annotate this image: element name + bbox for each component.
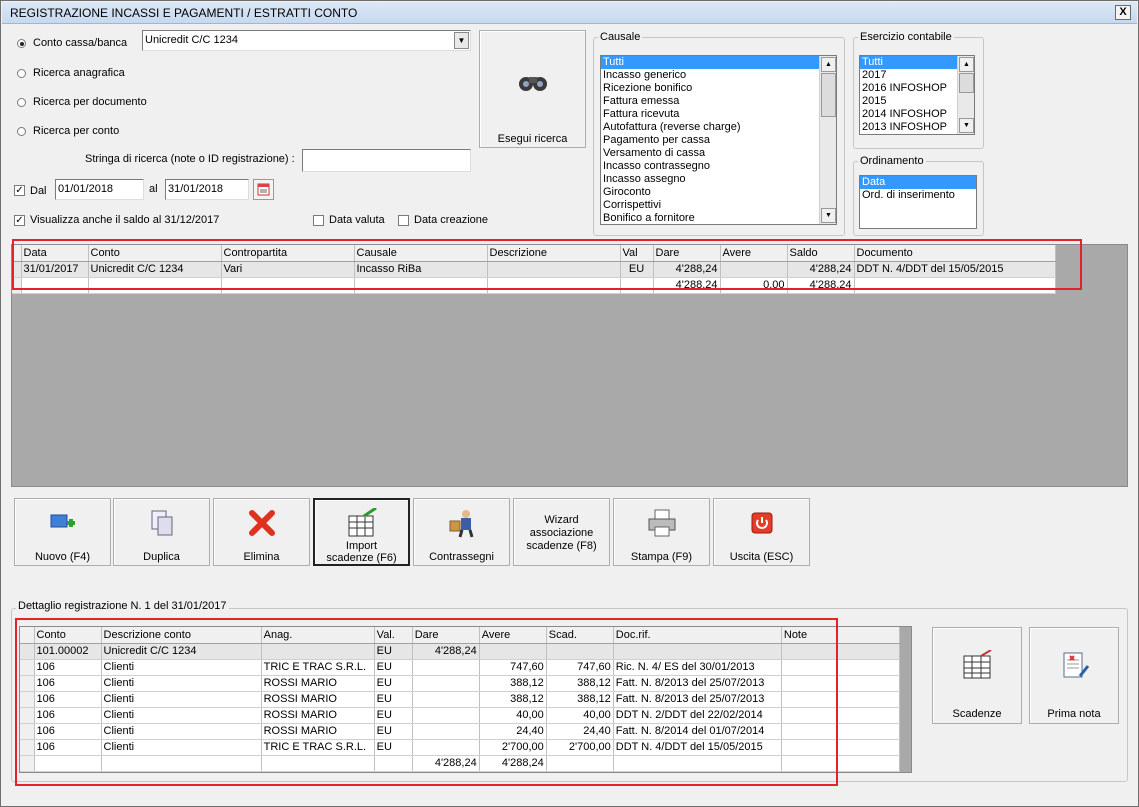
toolbar-button[interactable]: Uscita (ESC) — [713, 498, 810, 566]
grid-icon — [963, 650, 992, 679]
causale-list-item[interactable]: Pagamento per cassa — [601, 134, 836, 147]
causale-list-item[interactable]: Versamento di cassa — [601, 147, 836, 160]
toolbar-button[interactable]: Import scadenze (F6) — [313, 498, 410, 566]
scroll-thumb[interactable] — [821, 73, 836, 117]
causale-list-item[interactable]: Tutti — [601, 56, 836, 69]
radio-ricerca-conto[interactable] — [17, 127, 26, 136]
esercizio-list[interactable]: Tutti 2017 2016 INFOSHOP 2015 2014 INFOSHOP 2… — [859, 55, 975, 135]
printer-icon — [648, 509, 675, 537]
toolbar-button[interactable]: Wizard associazione scadenze (F8) — [513, 498, 610, 566]
highlight-frame — [12, 239, 1082, 290]
causale-list-item[interactable]: Fattura emessa — [601, 95, 836, 108]
toolbar-button-label: Import scadenze (F6) — [326, 540, 397, 564]
duplicate-icon — [151, 510, 172, 536]
radio-conto-cassa-label: Conto cassa/banca — [33, 37, 128, 49]
detail-title: Dettaglio registrazione N. 1 del 31/01/2… — [16, 600, 229, 612]
toolbar-button[interactable]: Stampa (F9) — [613, 498, 710, 566]
main-window: REGISTRAZIONE INCASSI E PAGAMENTI / ESTR… — [0, 0, 1139, 807]
binoculars-icon — [518, 77, 547, 91]
show-balance-checkbox[interactable]: ✓ — [14, 215, 25, 226]
radio-ricerca-documento-label: Ricerca per documento — [33, 96, 147, 108]
toolbar-button[interactable]: Contrassegni — [413, 498, 510, 566]
search-string-input[interactable] — [302, 149, 471, 172]
radio-ricerca-conto-label: Ricerca per conto — [33, 125, 120, 137]
import-icon — [348, 508, 377, 537]
radio-ricerca-documento[interactable] — [17, 98, 26, 107]
causale-list-item[interactable]: Ricezione bonifico — [601, 82, 836, 95]
creation-date-label: Data creazione — [414, 214, 488, 226]
highlight-frame-detail — [15, 618, 838, 786]
causale-list-item[interactable]: Fattura ricevuta — [601, 108, 836, 121]
delete-icon — [248, 510, 275, 536]
scroll-up-icon[interactable]: ▲ — [821, 57, 836, 72]
toolbar-button[interactable]: Nuovo (F4) — [14, 498, 111, 566]
ordinamento-list[interactable]: Data Ord. di inserimento — [859, 175, 977, 229]
toolbar-button-label: Nuovo (F4) — [34, 551, 91, 563]
value-date-label: Data valuta — [329, 214, 385, 226]
date-to-input[interactable]: 31/01/2018 — [165, 179, 249, 200]
date-from-checkbox[interactable]: ✓ — [14, 185, 25, 196]
title-bar: REGISTRAZIONE INCASSI E PAGAMENTI / ESTR… — [2, 2, 1137, 24]
scadenze-button-label: Scadenze — [952, 708, 1002, 720]
value-date-checkbox[interactable] — [313, 215, 324, 226]
esercizio-scrollbar[interactable]: ▲ ▼ — [957, 56, 974, 134]
ordinamento-title: Ordinamento — [858, 155, 926, 167]
causale-title: Causale — [598, 31, 643, 43]
account-combo[interactable]: Unicredit C/C 1234 ▼ — [142, 30, 471, 51]
prima-nota-button[interactable]: Prima nota — [1029, 627, 1119, 724]
toolbar-button[interactable]: Elimina — [213, 498, 310, 566]
toolbar-button-label: Wizard associazione scadenze (F8) — [526, 514, 597, 552]
scroll-thumb[interactable] — [959, 73, 974, 93]
scroll-up-icon[interactable]: ▲ — [959, 57, 974, 72]
close-button[interactable]: X — [1115, 5, 1131, 20]
show-balance-label: Visualizza anche il saldo al 31/12/2017 — [30, 214, 220, 226]
date-from-input[interactable]: 01/01/2018 — [55, 179, 144, 200]
search-button[interactable]: Esegui ricerca — [479, 30, 586, 148]
radio-ricerca-anagrafica[interactable] — [17, 69, 26, 78]
causale-list-item[interactable]: Corrispettivi — [601, 199, 836, 212]
causale-list-item[interactable]: Incasso assegno — [601, 173, 836, 186]
causale-list-item[interactable]: Autofattura (reverse charge) — [601, 121, 836, 134]
note-icon — [1063, 652, 1090, 678]
causale-list-item[interactable]: Incasso contrassegno — [601, 160, 836, 173]
window-title: REGISTRAZIONE INCASSI E PAGAMENTI / ESTR… — [10, 6, 358, 20]
exit-icon — [751, 512, 772, 534]
causale-list-item[interactable]: Incasso generico — [601, 69, 836, 82]
courier-icon — [449, 510, 473, 538]
causale-list-item[interactable]: Giroconto — [601, 186, 836, 199]
calendar-icon — [257, 183, 270, 196]
radio-ricerca-anagrafica-label: Ricerca anagrafica — [33, 67, 125, 79]
scroll-down-icon[interactable]: ▼ — [959, 118, 974, 133]
toolbar-button-label: Duplica — [143, 551, 180, 563]
causale-list-item[interactable]: Bonifico a fornitore — [601, 212, 836, 224]
date-to-label: al — [149, 183, 158, 195]
esercizio-title: Esercizio contabile — [858, 31, 954, 43]
date-from-label: Dal — [30, 185, 47, 197]
chevron-down-icon[interactable]: ▼ — [454, 32, 469, 49]
search-string-label: Stringa di ricerca (note o ID registrazi… — [85, 153, 295, 165]
causale-scrollbar[interactable]: ▲ ▼ — [819, 56, 836, 224]
ordinamento-items: Data Ord. di inserimento — [860, 176, 976, 202]
ordinamento-list-item[interactable]: Data — [860, 176, 976, 189]
prima-nota-button-label: Prima nota — [1047, 708, 1101, 720]
causale-items: Tutti Incasso generico Ricezione bonifico F… — [601, 56, 836, 224]
calendar-button[interactable] — [253, 179, 274, 200]
toolbar-button[interactable]: Duplica — [113, 498, 210, 566]
toolbar-button-label: Contrassegni — [429, 551, 494, 563]
scroll-down-icon[interactable]: ▼ — [821, 208, 836, 223]
search-button-label: Esegui ricerca — [497, 133, 568, 145]
account-combo-value: Unicredit C/C 1234 — [145, 34, 238, 46]
toolbar-button-label: Uscita (ESC) — [729, 551, 794, 563]
toolbar-button-label: Stampa (F9) — [630, 551, 693, 563]
toolbar-button-label: Elimina — [243, 551, 280, 563]
ordinamento-list-item[interactable]: Ord. di inserimento — [860, 189, 976, 202]
creation-date-checkbox[interactable] — [398, 215, 409, 226]
radio-conto-cassa[interactable] — [17, 39, 26, 48]
new-icon — [50, 514, 75, 528]
scadenze-button[interactable]: Scadenze — [932, 627, 1022, 724]
causale-list[interactable]: Tutti Incasso generico Ricezione bonifico F… — [600, 55, 837, 225]
